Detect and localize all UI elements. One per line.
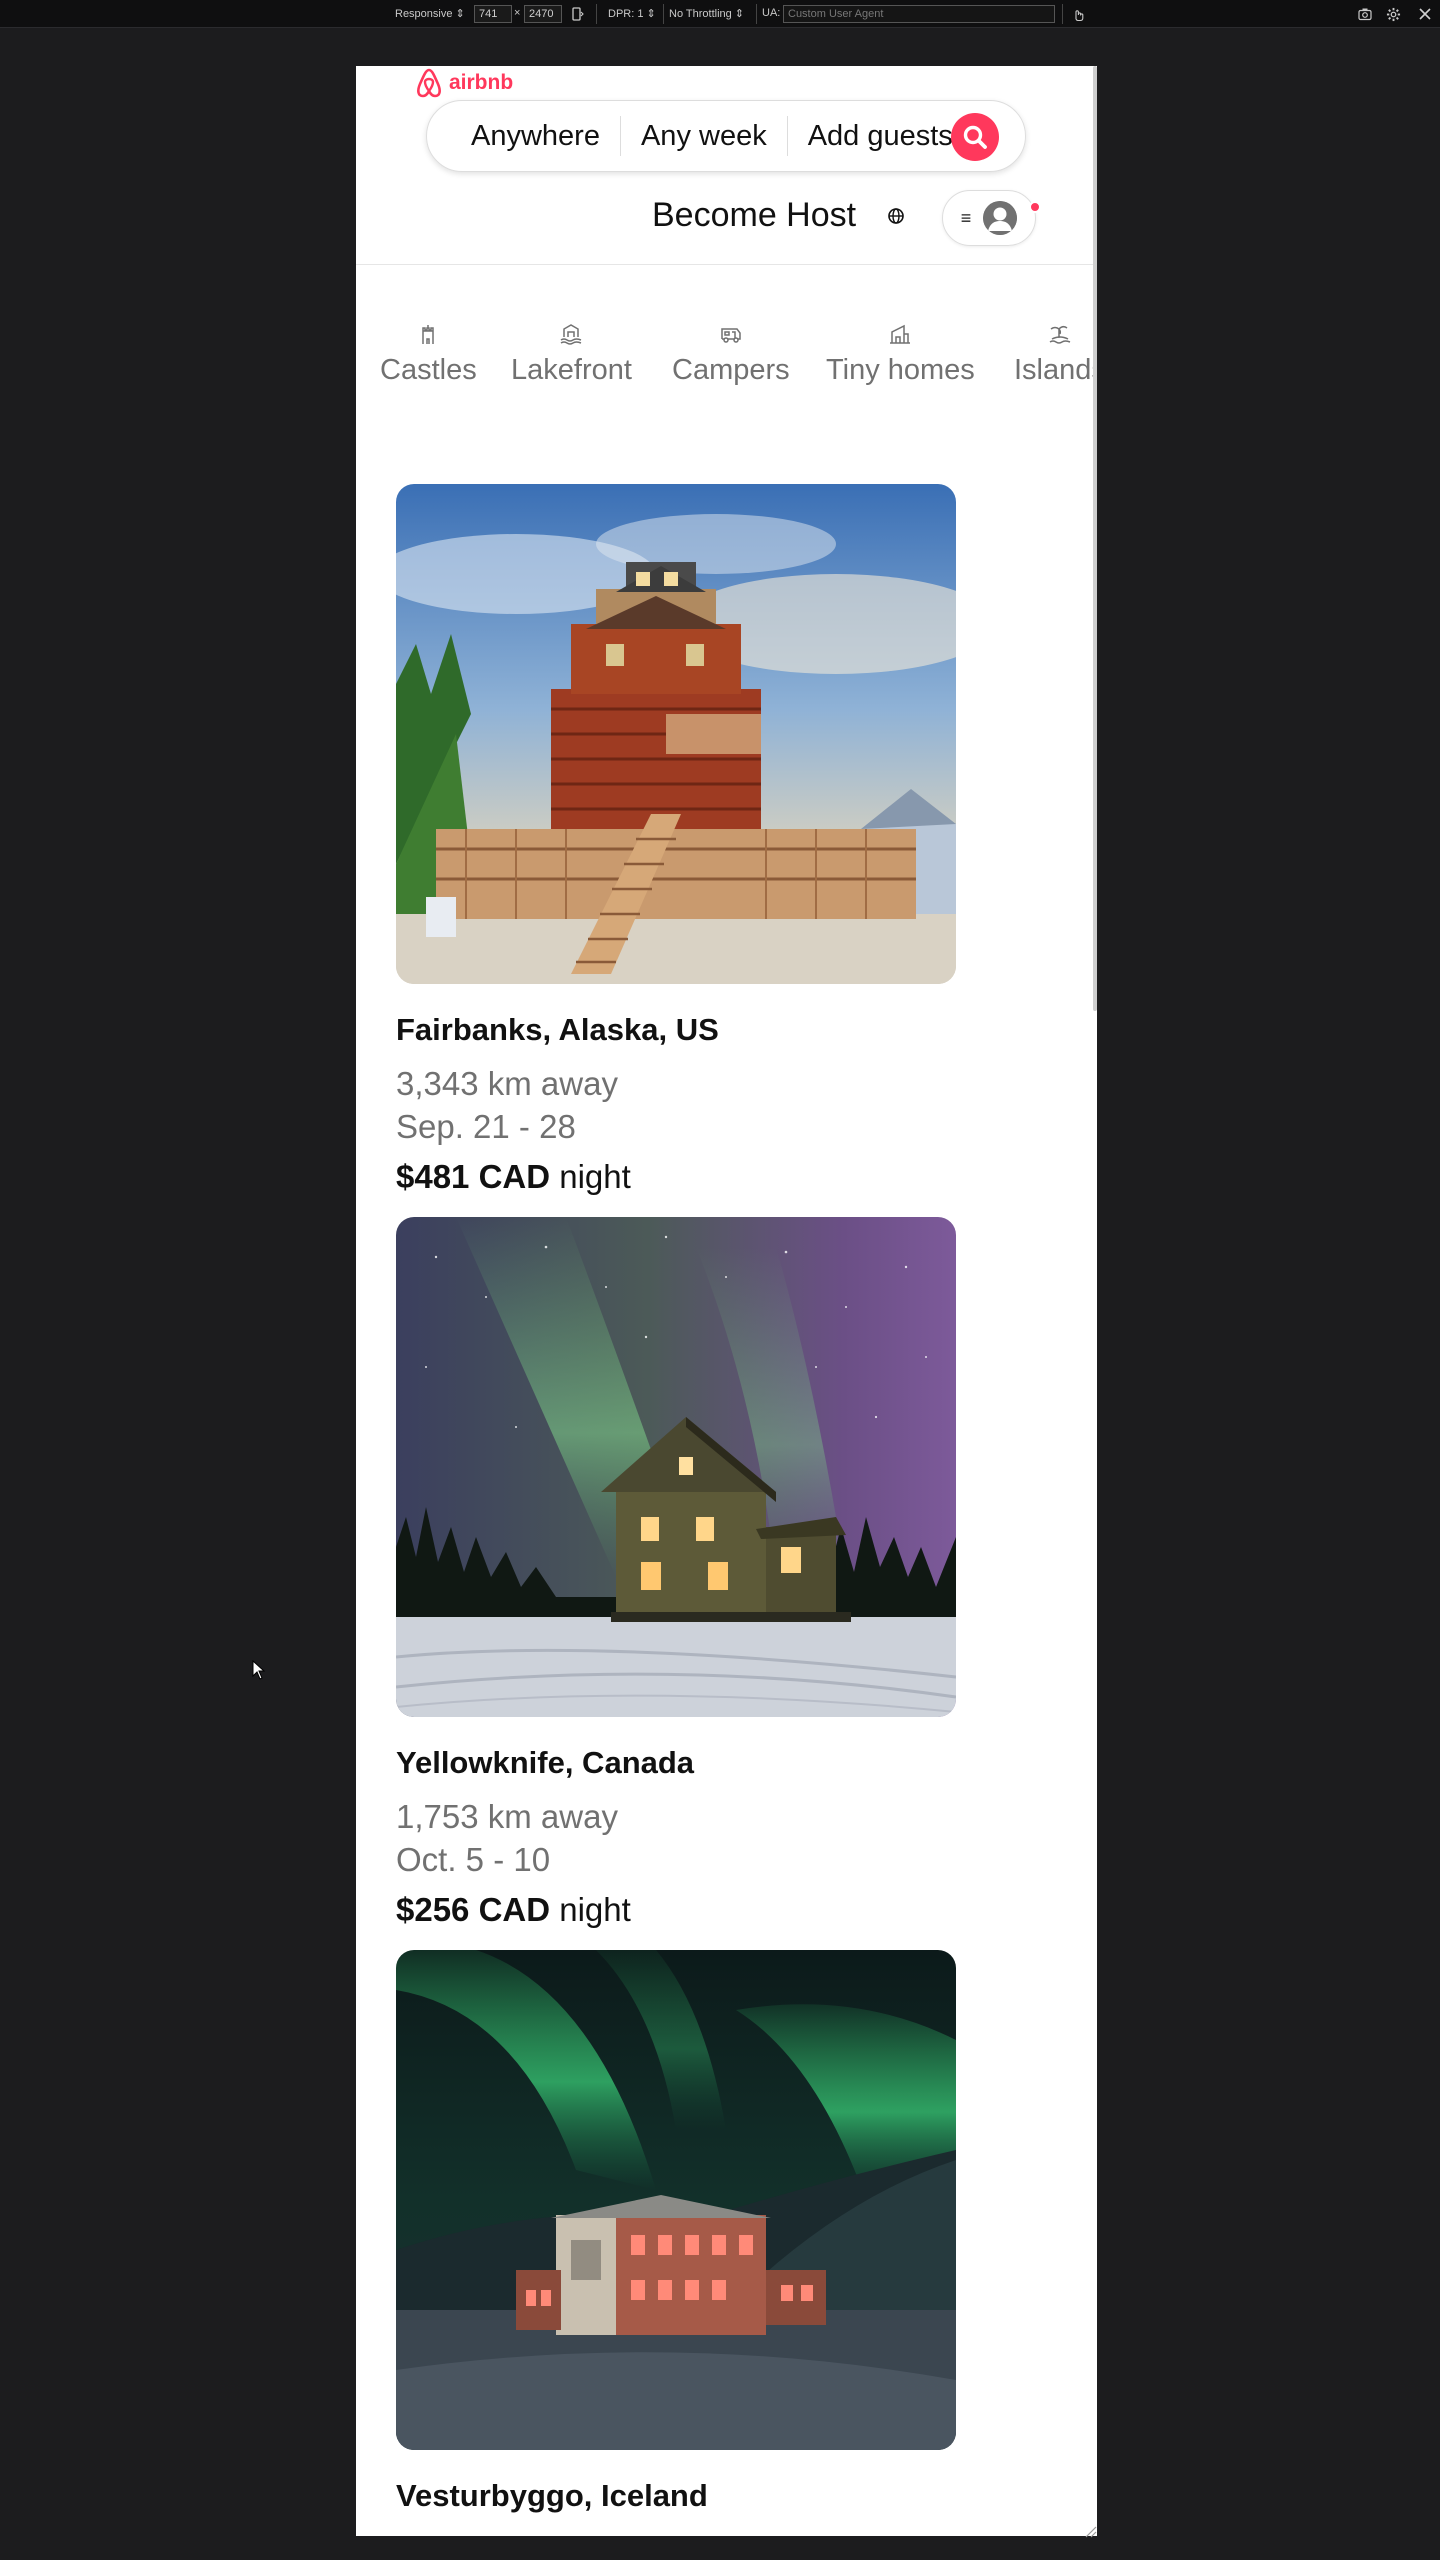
category-label: Campers — [672, 354, 790, 386]
listing-card[interactable]: Fairbanks, Alaska, US 3,343 km away Sep.… — [396, 484, 956, 1196]
category-lakefront[interactable]: Lakefront — [511, 322, 632, 387]
settings-gear-icon[interactable] — [1384, 5, 1402, 23]
listing-price-unit: night — [559, 1891, 631, 1928]
chevron-updown-icon: ⇕ — [646, 8, 656, 20]
category-campers[interactable]: Campers — [672, 322, 790, 387]
toolbar-divider — [756, 4, 757, 24]
ua-label: UA: — [762, 7, 781, 19]
search-add-guests[interactable]: Add guests — [788, 116, 973, 156]
category-islands[interactable]: Islands — [1014, 322, 1097, 387]
listing-distance: 3,343 km away — [396, 1065, 618, 1102]
listing-card[interactable]: Yellowknife, Canada 1,753 km away Oct. 5… — [396, 1217, 956, 1929]
dpr-select-label: DPR: 1 — [608, 7, 644, 20]
listing-photo-yellowknife — [396, 1217, 956, 1717]
globe-icon[interactable] — [886, 206, 906, 226]
listing-photo[interactable] — [396, 484, 956, 984]
rotate-device-icon[interactable] — [568, 5, 586, 23]
search-anywhere[interactable]: Anywhere — [427, 116, 620, 156]
user-menu-button[interactable]: ≡ — [942, 190, 1036, 246]
viewport-width-input[interactable]: 741 — [474, 5, 512, 23]
logo-wordmark: airbnb — [449, 71, 514, 94]
resize-handle-icon[interactable] — [1083, 2524, 1097, 2538]
mouse-cursor-icon — [252, 1659, 266, 1680]
airbnb-logo[interactable]: airbnb — [414, 66, 513, 100]
search-any-week[interactable]: Any week — [621, 116, 787, 156]
hamburger-menu-icon: ≡ — [960, 207, 972, 228]
category-label: Lakefront — [511, 354, 632, 386]
listing-dates: Oct. 5 - 10 — [396, 1841, 551, 1878]
lakefront-icon — [561, 324, 582, 345]
avatar — [983, 201, 1018, 235]
dpr-select[interactable]: DPR: 1 ⇕ — [608, 7, 656, 21]
castle-icon — [422, 325, 435, 344]
chevron-updown-icon: ⇕ — [455, 8, 465, 20]
search-icon — [963, 125, 987, 149]
listing-photo[interactable] — [396, 1950, 956, 2450]
screenshot-icon[interactable] — [1356, 5, 1374, 23]
category-label: Castles — [380, 354, 477, 386]
island-icon — [1049, 325, 1071, 344]
notification-dot — [1029, 201, 1041, 213]
camper-icon — [721, 328, 741, 343]
listing-photo-vesturbyggo — [396, 1950, 956, 2450]
search-bar[interactable]: Anywhere Any week Add guests — [426, 100, 1026, 172]
device-select[interactable]: Responsive ⇕ — [395, 7, 465, 21]
listing-photo-fairbanks — [396, 484, 956, 984]
listing-price-amount: $481 CAD — [396, 1158, 551, 1195]
become-host-link[interactable]: Become Host — [652, 196, 856, 235]
search-button[interactable] — [951, 113, 999, 161]
touch-simulation-icon[interactable] — [1069, 5, 1087, 23]
viewport-height-input[interactable]: 2470 — [524, 5, 562, 23]
listing-location[interactable]: Fairbanks, Alaska, US — [396, 1012, 956, 1048]
responsive-viewport: airbnb Anywhere Any week Add guests Beco… — [356, 66, 1097, 2536]
category-castles[interactable]: Castles — [380, 322, 477, 387]
listing-distance: 1,753 km away — [396, 1798, 618, 1835]
user-agent-input[interactable]: Custom User Agent — [783, 5, 1055, 23]
header-divider — [356, 264, 1097, 265]
throttling-select[interactable]: No Throttling ⇕ — [669, 7, 744, 21]
listing-card[interactable]: Vesturbyggo, Iceland — [396, 1950, 956, 2514]
listing-photo[interactable] — [396, 1217, 956, 1717]
category-tiny-homes[interactable]: Tiny homes — [826, 322, 975, 387]
listing-price: $256 CAD night — [396, 1891, 956, 1929]
toolbar-divider — [663, 4, 664, 24]
listing-price: $481 CAD night — [396, 1158, 956, 1196]
listing-location[interactable]: Vesturbyggo, Iceland — [396, 2478, 956, 2514]
close-icon[interactable] — [1416, 5, 1434, 23]
listing-location[interactable]: Yellowknife, Canada — [396, 1745, 956, 1781]
listing-dates: Sep. 21 - 28 — [396, 1108, 576, 1145]
device-select-label: Responsive — [395, 7, 453, 20]
chevron-updown-icon: ⇕ — [734, 8, 744, 20]
category-label: Islands — [1014, 354, 1097, 386]
listing-price-amount: $256 CAD — [396, 1891, 551, 1928]
viewport-scrollbar[interactable] — [1093, 66, 1097, 1011]
devtools-toolbar: Responsive ⇕ 741 × 2470 DPR: 1 ⇕ No Thro… — [0, 0, 1440, 28]
toolbar-divider — [596, 4, 597, 24]
throttling-select-label: No Throttling — [669, 7, 732, 20]
listing-price-unit: night — [559, 1158, 631, 1195]
times-sign: × — [514, 7, 521, 19]
airbnb-logo-icon — [417, 68, 441, 98]
category-label: Tiny homes — [826, 354, 975, 386]
toolbar-divider — [1062, 4, 1063, 24]
tiny-home-icon — [890, 324, 911, 344]
user-avatar-icon — [983, 201, 1018, 235]
category-bar: Castles Lakefront Campers Tiny homes Isl… — [356, 322, 1097, 402]
